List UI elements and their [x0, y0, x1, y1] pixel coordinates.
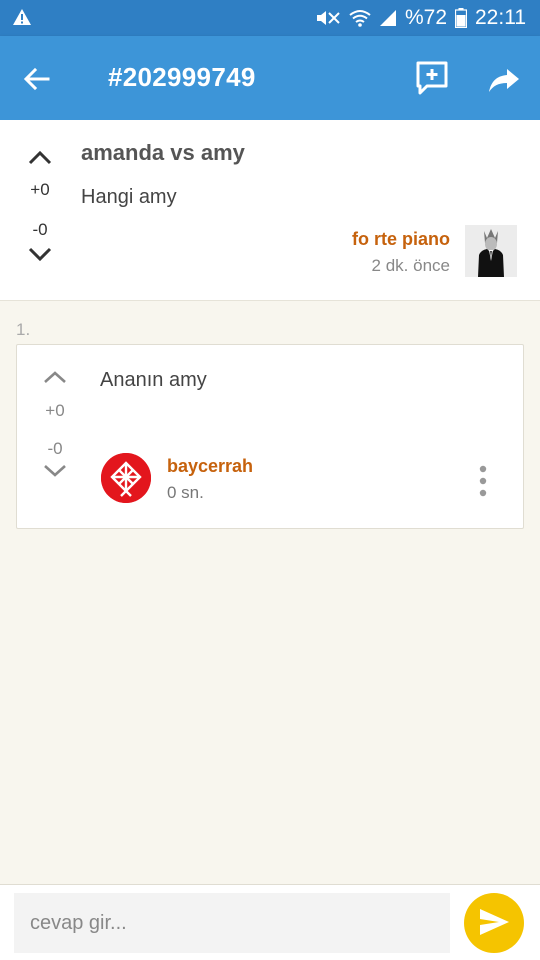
- entry-time: 0 sn.: [167, 483, 204, 502]
- battery-icon: [455, 8, 467, 28]
- topic-author[interactable]: fo rte piano: [352, 229, 450, 250]
- signal-icon: [379, 9, 397, 27]
- entry-index: 1.: [16, 320, 31, 339]
- page-title: #202999749: [108, 62, 256, 92]
- upvote-icon[interactable]: [15, 148, 65, 174]
- topic-vote: +0 -0: [15, 148, 65, 272]
- send-button[interactable]: [464, 893, 524, 953]
- entry-body: Ananın amy: [100, 369, 207, 391]
- share-icon[interactable]: [486, 62, 522, 98]
- topic-body: Hangi amy: [81, 186, 177, 208]
- entry-author[interactable]: baycerrah: [167, 456, 253, 477]
- battery-level: %72: [404, 6, 447, 29]
- topic-time: 2 dk. önce: [371, 256, 450, 275]
- app-bar: #202999749: [0, 36, 540, 120]
- more-options-icon[interactable]: [473, 463, 493, 499]
- mute-icon: [315, 9, 341, 27]
- back-arrow-icon[interactable]: [20, 62, 54, 96]
- downvote-count: -0: [47, 439, 63, 458]
- upvote-count: +0: [30, 180, 50, 199]
- avatar[interactable]: [465, 225, 517, 277]
- avatar[interactable]: [101, 453, 151, 503]
- wifi-icon: [349, 9, 371, 27]
- upvote-icon[interactable]: [30, 369, 80, 393]
- downvote-icon[interactable]: [15, 246, 65, 272]
- send-icon: [477, 908, 511, 940]
- reply-input[interactable]: [14, 893, 450, 953]
- warning-icon: [12, 8, 32, 31]
- topic-title: amanda vs amy: [81, 140, 245, 165]
- upvote-count: +0: [45, 401, 65, 420]
- add-entry-icon[interactable]: [414, 60, 450, 96]
- downvote-count: -0: [32, 220, 48, 239]
- downvote-icon[interactable]: [30, 463, 80, 487]
- reply-composer: [0, 884, 540, 960]
- entry-vote: +0 -0: [30, 369, 80, 487]
- status-bar: %72 22:11: [0, 0, 540, 36]
- clock: 22:11: [475, 6, 526, 29]
- entry-card: +0 -0 Ananın amy baycerrah 0 sn.: [16, 344, 524, 529]
- topic-header: +0 -0 amanda vs amy Hangi amy fo rte pia…: [0, 120, 540, 301]
